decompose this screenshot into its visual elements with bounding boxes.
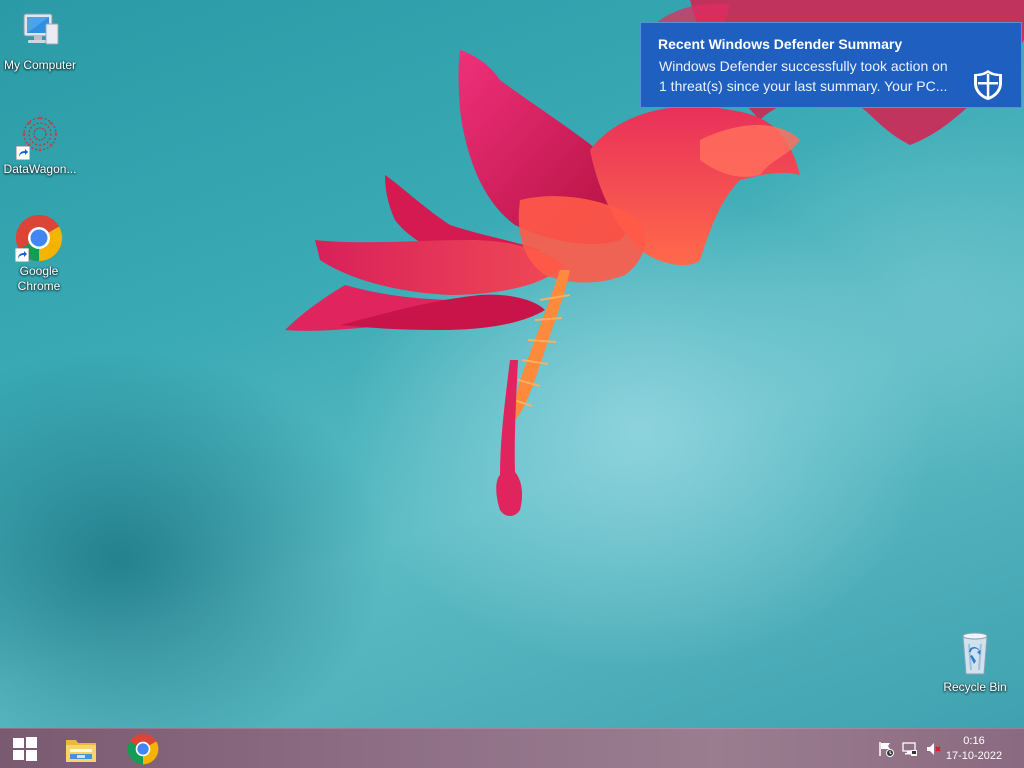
desktop: My Computer DataWagon... Google Chrome R… <box>0 0 1024 768</box>
desktop-icon-google-chrome[interactable]: Google Chrome <box>0 214 79 294</box>
notification-title: Recent Windows Defender Summary <box>658 36 903 52</box>
desktop-icon-datawagon[interactable]: DataWagon... <box>0 112 80 177</box>
folder-icon <box>66 740 96 762</box>
start-button[interactable] <box>0 729 50 768</box>
clock-date: 17-10-2022 <box>945 750 1003 762</box>
wallpaper-flower <box>285 0 1024 516</box>
windows-logo-icon <box>13 737 37 761</box>
chrome-taskbar-button[interactable] <box>118 729 168 768</box>
defender-notification-toast[interactable]: Recent Windows Defender Summary Windows … <box>640 22 1022 108</box>
desktop-icon-my-computer[interactable]: My Computer <box>0 8 80 73</box>
file-explorer-button[interactable] <box>56 729 106 768</box>
shortcut-arrow-icon <box>15 248 29 262</box>
taskbar: 0:16 17-10-2022 <box>0 728 1024 768</box>
action-center-icon[interactable] <box>878 741 894 757</box>
desktop-icon-label: DataWagon... <box>3 162 77 176</box>
desktop-icon-label: My Computer <box>3 58 77 72</box>
shortcut-arrow-icon <box>16 146 30 160</box>
defender-shield-icon <box>974 70 1002 100</box>
notification-body: Windows Defender successfully took actio… <box>659 58 948 94</box>
network-icon[interactable] <box>902 741 918 757</box>
recycle-bin-icon <box>951 630 999 678</box>
computer-icon <box>16 8 64 56</box>
desktop-icon-label: Recycle Bin <box>943 680 1007 694</box>
chrome-icon <box>15 214 63 262</box>
datawagon-icon <box>16 112 64 160</box>
desktop-icon-label: Google Chrome <box>17 264 61 293</box>
taskbar-clock[interactable]: 0:16 17-10-2022 <box>942 734 1006 764</box>
desktop-icon-recycle-bin[interactable]: Recycle Bin <box>935 630 1015 695</box>
clock-time: 0:16 <box>963 735 985 747</box>
volume-muted-icon[interactable] <box>926 741 942 757</box>
system-tray: 0:16 17-10-2022 <box>854 729 1024 768</box>
chrome-icon <box>127 733 159 765</box>
